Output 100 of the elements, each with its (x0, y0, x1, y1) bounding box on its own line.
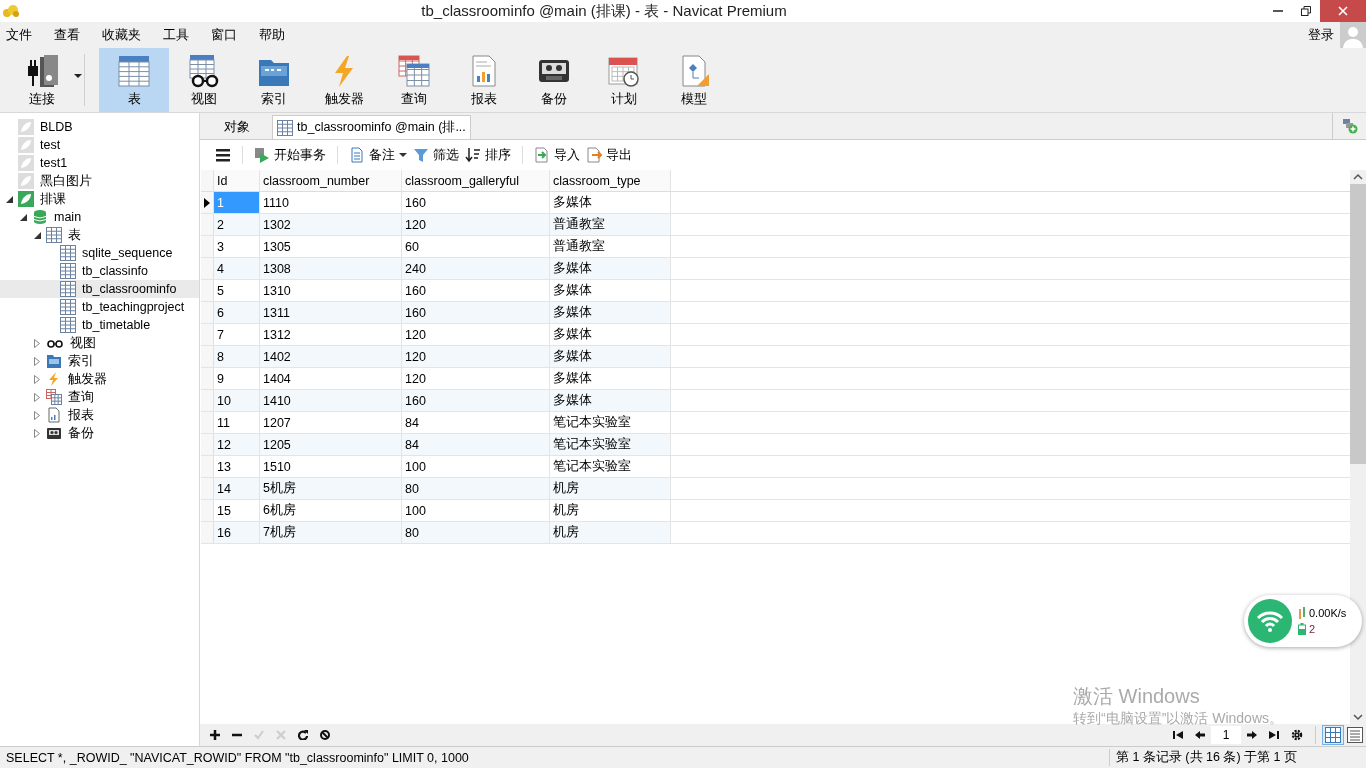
scrollbar-thumb[interactable] (1350, 184, 1366, 464)
column-header[interactable]: classroom_galleryful (402, 170, 550, 191)
transfer-arrows-icon (1298, 607, 1306, 619)
tree-item[interactable]: 排课 (0, 190, 199, 208)
tree-item[interactable]: 索引 (0, 352, 199, 370)
tree-item[interactable]: sqlite_sequence (0, 244, 199, 262)
tree-item[interactable]: 查询 (0, 388, 199, 406)
table-cell: 1404 (260, 368, 402, 389)
table-cell: 7 (214, 324, 260, 345)
tree-item[interactable]: main (0, 208, 199, 226)
leaf-icon (18, 137, 34, 153)
add-table-icon (1341, 118, 1358, 134)
page-field[interactable]: 1 (1211, 726, 1241, 744)
battery-icon (1298, 623, 1306, 635)
toolbar-button[interactable]: 备份 (519, 48, 589, 112)
tree-item[interactable]: test1 (0, 154, 199, 172)
table-cell: 100 (402, 456, 550, 477)
tree-item[interactable]: 表 (0, 226, 199, 244)
table-cell: 1205 (260, 434, 402, 455)
leaf-icon (18, 173, 34, 189)
table-cell: 15 (214, 500, 260, 521)
table-cell: 多媒体 (550, 280, 671, 301)
cassette-icon (46, 425, 62, 441)
toolbar-button[interactable]: 模型 (659, 48, 729, 112)
table-cell: 多媒体 (550, 346, 671, 367)
table-cell: 2 (214, 214, 260, 235)
menu-item[interactable]: 收藏夹 (102, 26, 141, 44)
toolbar-button[interactable]: 索引 (239, 48, 309, 112)
leaf-icon (18, 155, 34, 171)
table-icon (117, 54, 151, 88)
toolbar-button[interactable]: 计划 (589, 48, 659, 112)
minimize-icon (1273, 10, 1283, 12)
tree-item[interactable]: tb_timetable (0, 316, 199, 334)
table-cell: 机房 (550, 478, 671, 499)
table-cell: 1 (214, 192, 260, 213)
table-cell: 笔记本实验室 (550, 456, 671, 477)
toolbar-button[interactable]: 备注 (346, 144, 410, 166)
table-icon (277, 119, 293, 136)
table-cell: 4 (214, 258, 260, 279)
network-widget[interactable]: 0.00K/s 2 (1244, 595, 1362, 647)
filter-icon (413, 147, 429, 163)
login-link[interactable]: 登录 (1308, 26, 1334, 44)
grid-icon (1325, 727, 1341, 743)
table-cell: 1302 (260, 214, 402, 235)
tree-item[interactable]: 视图 (0, 334, 199, 352)
last-page-icon (1269, 730, 1279, 740)
column-header[interactable]: classroom_number (260, 170, 402, 191)
toolbar-button[interactable]: 导出 (583, 144, 635, 166)
close-icon (276, 730, 286, 740)
row-indicator[interactable] (201, 192, 214, 213)
table-cell: 14 (214, 478, 260, 499)
toolbar-button[interactable]: 报表 (449, 48, 519, 112)
previous-page-icon (1195, 730, 1205, 740)
tree-item[interactable]: 报表 (0, 406, 199, 424)
table-cell: 多媒体 (550, 302, 671, 323)
tree-item[interactable]: 备份 (0, 424, 199, 442)
toolbar-button[interactable]: 视图 (169, 48, 239, 112)
settings-icon (1291, 729, 1303, 741)
menu-item[interactable]: 文件 (6, 26, 32, 44)
table-cell: 笔记本实验室 (550, 412, 671, 433)
table-cell: 120 (402, 214, 550, 235)
table-cell: 80 (402, 522, 550, 543)
tab[interactable]: tb_classroominfo @main (排... (272, 115, 471, 139)
report-icon (46, 407, 62, 423)
grid-view-button[interactable] (1322, 725, 1344, 745)
menu-item[interactable]: 工具 (163, 26, 189, 44)
menu-item[interactable]: 查看 (54, 26, 80, 44)
tree-item[interactable]: tb_classinfo (0, 262, 199, 280)
menu-item[interactable]: 窗口 (211, 26, 237, 44)
toolbar-button[interactable]: 筛选 (410, 144, 462, 166)
tree-item[interactable]: test (0, 136, 199, 154)
toolbar-button[interactable]: 查询 (379, 48, 449, 112)
toolbar-button[interactable]: 开始事务 (251, 144, 329, 166)
table-cell: 笔记本实验室 (550, 434, 671, 455)
import-icon (534, 147, 550, 163)
toolbar-button[interactable]: 表 (99, 48, 169, 112)
toolbar-button[interactable]: 排序 (462, 144, 514, 166)
tree-item[interactable]: tb_classroominfo (0, 280, 199, 298)
tree-item[interactable]: 触发器 (0, 370, 199, 388)
form-view-button[interactable] (1344, 725, 1366, 745)
table-cell: 多媒体 (550, 368, 671, 389)
tree-item[interactable]: BLDB (0, 118, 199, 136)
table-cell: 1402 (260, 346, 402, 367)
column-header[interactable]: Id (214, 170, 260, 191)
activation-hint: 转到“电脑设置”以激活 Windows。 (1073, 710, 1283, 728)
glasses-table-icon (187, 54, 221, 88)
menu-item[interactable]: 帮助 (259, 26, 285, 44)
table-cell: 120 (402, 324, 550, 345)
table-cell: 13 (214, 456, 260, 477)
next-page-icon (1247, 730, 1257, 740)
table-cell: 1311 (260, 302, 402, 323)
table-cell: 普通教室 (550, 236, 671, 257)
stop-icon (320, 730, 330, 740)
table-cell: 1510 (260, 456, 402, 477)
tree-item[interactable]: tb_teachingproject (0, 298, 199, 316)
tree-item[interactable]: 黑白图片 (0, 172, 199, 190)
column-header[interactable]: classroom_type (550, 170, 671, 191)
toolbar-button[interactable]: 导入 (531, 144, 583, 166)
toolbar-button[interactable]: 触发器 (309, 48, 379, 112)
activation-title: 激活 Windows (1073, 684, 1201, 709)
